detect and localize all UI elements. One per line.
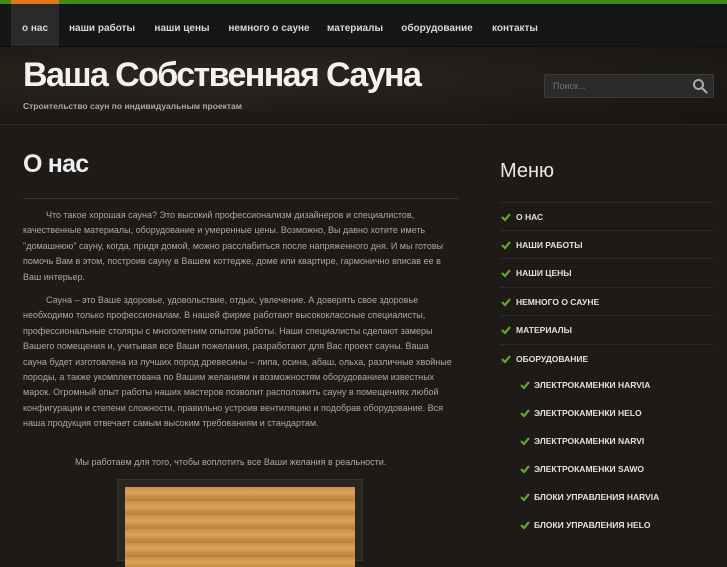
checkmark-icon (501, 269, 511, 278)
nav-item-prices[interactable]: наши цены (145, 4, 219, 46)
sidebar-subitem-helo-heaters[interactable]: ЭЛЕКТРОКАМЕНКИ HELO (518, 399, 714, 427)
search-box (544, 74, 714, 98)
nav-item-equipment[interactable]: оборудование (393, 4, 481, 46)
paragraph-health: Сауна – это Ваше здоровье, удовольствие,… (23, 295, 452, 429)
sidebar-item-label: О НАС (516, 212, 544, 222)
sidebar-item-works[interactable]: НАШИ РАБОТЫ (500, 230, 714, 258)
sidebar-item-materials[interactable]: МАТЕРИАЛЫ (500, 315, 714, 343)
sidebar-subitem-label: ЭЛЕКТРОКАМЕНКИ NARVI (534, 436, 645, 446)
checkmark-icon (501, 213, 511, 222)
sidebar-title: Меню (500, 160, 555, 182)
nav-item-materials[interactable]: материалы (319, 4, 391, 46)
site-title[interactable]: Ваша Собственная Сауна (23, 56, 422, 95)
sidebar-item-prices[interactable]: НАШИ ЦЕНЫ (500, 258, 714, 286)
checkmark-icon (520, 381, 530, 390)
paragraph-closing: Мы работаем для того, чтобы воплотить вс… (75, 457, 387, 467)
sidebar-subitem-label: БЛОКИ УПРАВЛЕНИЯ HARVIA (534, 492, 660, 502)
page-title: О нас (23, 150, 89, 178)
title-divider (23, 198, 458, 199)
sidebar-subitem-harvia-controls[interactable]: БЛОКИ УПРАВЛЕНИЯ HARVIA (518, 483, 714, 511)
checkmark-icon (520, 465, 530, 474)
sidebar-item-label: МАТЕРИАЛЫ (516, 325, 572, 335)
checkmark-icon (501, 298, 511, 307)
checkmark-icon (501, 241, 511, 250)
sidebar-subitem-label: БЛОКИ УПРАВЛЕНИЯ HELO (534, 520, 651, 530)
sidebar-item-label: ОБОРУДОВАНИЕ (516, 354, 589, 364)
sidebar-item-label: НАШИ ЦЕНЫ (516, 268, 572, 278)
sidebar-item-about[interactable]: О НАС (500, 202, 714, 230)
checkmark-icon (520, 521, 530, 530)
sauna-photo (125, 487, 355, 567)
sidebar-item-equipment[interactable]: ОБОРУДОВАНИЕ (500, 344, 714, 372)
sidebar-subitem-label: ЭЛЕКТРОКАМЕНКИ SAWO (534, 464, 644, 474)
sidebar-subitem-label: ЭЛЕКТРОКАМЕНКИ HARVIA (534, 380, 651, 390)
checkmark-icon (520, 493, 530, 502)
sidebar-subitem-sawo-heaters[interactable]: ЭЛЕКТРОКАМЕНКИ SAWO (518, 455, 714, 483)
nav-item-about-sauna[interactable]: немного о сауне (221, 4, 317, 46)
search-input[interactable] (545, 75, 693, 97)
main-navigation: о нас наши работы наши цены немного о са… (0, 0, 727, 47)
sidebar-subitem-narvi-heaters[interactable]: ЭЛЕКТРОКАМЕНКИ NARVI (518, 427, 714, 455)
nav-item-works[interactable]: наши работы (61, 4, 143, 46)
sidebar-item-label: НЕМНОГО О САУНЕ (516, 297, 600, 307)
checkmark-icon (501, 326, 511, 335)
sidebar: Меню О НАС НАШИ РАБОТЫ НАШИ ЦЕНЫ НЕМНОГО… (500, 160, 714, 530)
checkmark-icon (520, 409, 530, 418)
nav-item-about[interactable]: о нас (11, 0, 59, 46)
sauna-photo-frame (117, 479, 363, 567)
search-icon[interactable] (692, 78, 708, 94)
sidebar-subitem-harvia-heaters[interactable]: ЭЛЕКТРОКАМЕНКИ HARVIA (518, 371, 714, 399)
sidebar-subitem-helo-controls[interactable]: БЛОКИ УПРАВЛЕНИЯ HELO (518, 511, 714, 539)
paragraph-intro: Что такое хорошая сауна? Это высокий про… (23, 210, 444, 282)
checkmark-icon (501, 355, 511, 364)
sidebar-item-label: НАШИ РАБОТЫ (516, 240, 583, 250)
sidebar-item-about-sauna[interactable]: НЕМНОГО О САУНЕ (500, 287, 714, 315)
main-content: О нас Что такое хорошая сауна? Это высок… (23, 150, 458, 467)
nav-item-contacts[interactable]: контакты (483, 4, 547, 46)
sidebar-subitem-label: ЭЛЕКТРОКАМЕНКИ HELO (534, 408, 642, 418)
site-description: Строительство саун по индивидуальным про… (23, 101, 243, 111)
checkmark-icon (520, 437, 530, 446)
